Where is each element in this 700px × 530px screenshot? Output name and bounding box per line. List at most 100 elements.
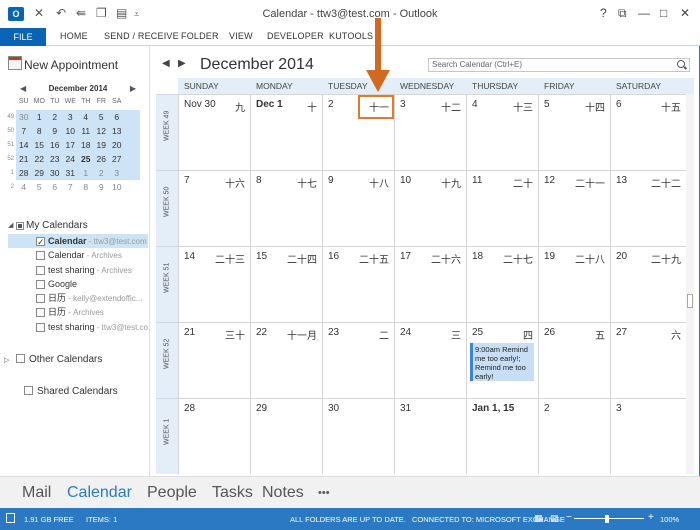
mini-day[interactable]: 16 [47, 138, 63, 152]
mini-day[interactable]: 1 [78, 166, 94, 180]
day-cell[interactable]: 21 三十 [178, 322, 250, 398]
mini-week-number[interactable]: 52 [2, 152, 14, 166]
day-cell[interactable]: 30 [322, 398, 394, 474]
mini-day[interactable]: 9 [47, 124, 63, 138]
scrollbar-thumb[interactable] [687, 294, 693, 308]
day-cell[interactable]: 7 十六 [178, 170, 250, 246]
week-number-label[interactable]: WEEK 51 [156, 246, 178, 322]
shared-calendars-group[interactable]: Shared Calendars [24, 386, 118, 397]
mini-day[interactable]: 12 [94, 124, 110, 138]
group-checkbox[interactable] [16, 222, 24, 230]
tab-developer[interactable]: DEVELOPER [267, 31, 324, 41]
calendar-checkbox[interactable] [36, 265, 45, 275]
week-number-label[interactable]: WEEK 49 [156, 94, 178, 170]
day-cell[interactable]: 5 十四 [538, 94, 610, 170]
collapse-triangle-icon[interactable]: ▷ [4, 356, 9, 364]
mini-day[interactable]: 6 [47, 180, 63, 194]
mini-day[interactable]: 28 [16, 166, 32, 180]
day-cell[interactable]: Jan 1, 15 [466, 398, 538, 474]
tab-view[interactable]: VIEW [229, 31, 253, 41]
day-cell[interactable]: Nov 30 九 [178, 94, 250, 170]
mini-day[interactable]: 10 [63, 124, 79, 138]
close-button[interactable]: ✕ [680, 6, 690, 20]
mini-week-number[interactable]: 50 [2, 124, 14, 138]
mini-day[interactable]: 13 [109, 124, 125, 138]
tab-file[interactable]: FILE [0, 28, 46, 46]
mini-week-row[interactable]: 50 7 8 9 10 11 12 13 [7, 124, 140, 138]
calendar-checkbox[interactable] [36, 251, 45, 261]
day-cell[interactable]: 15 二十四 [250, 246, 322, 322]
day-cell[interactable]: 25 四 9:00am Remind me too early!; Remind m… [466, 322, 538, 398]
expand-triangle-icon[interactable]: ◢ [8, 218, 13, 234]
mini-day[interactable]: 23 [47, 152, 63, 166]
week-number-label[interactable]: WEEK 50 [156, 170, 178, 246]
calendar-list-item[interactable]: test sharing - Archives [8, 263, 148, 277]
next-month-icon[interactable]: ▶ [130, 84, 136, 93]
day-cell[interactable]: 3 十二 [394, 94, 466, 170]
prev-month-icon[interactable]: ◀ [20, 84, 26, 93]
calendar-checkbox[interactable] [36, 308, 45, 318]
day-cell[interactable]: 13 二十二 [610, 170, 686, 246]
mini-day[interactable]: 5 [94, 110, 110, 124]
day-cell[interactable]: 2 十一 [322, 94, 394, 170]
nav-people[interactable]: People [147, 484, 197, 502]
calendar-checkbox[interactable] [36, 235, 45, 248]
week-number-label[interactable]: WEEK 1 [156, 398, 178, 474]
new-appointment-button[interactable]: New Appointment [24, 58, 118, 72]
day-cell[interactable]: 6 十五 [610, 94, 686, 170]
mini-day[interactable]: 9 [94, 180, 110, 194]
mini-day[interactable]: 24 [63, 152, 79, 166]
mini-day[interactable]: 2 [47, 110, 63, 124]
forward-arrow-icon[interactable]: ▶ [178, 58, 186, 69]
search-calendar-input[interactable]: Search Calendar (Ctrl+E) [428, 58, 690, 72]
shared-calendars-checkbox[interactable] [24, 386, 33, 395]
calendar-checkbox[interactable] [36, 322, 45, 332]
mini-week-row[interactable]: 2 4 5 6 7 8 9 10 [11, 180, 140, 194]
zoom-level[interactable]: 100% [660, 515, 679, 524]
view-reading-icon[interactable]: ▤ [550, 513, 559, 524]
calendar-list-item[interactable]: Calendar - ttw3@test.com [8, 234, 148, 249]
day-cell[interactable]: 31 [394, 398, 466, 474]
day-cell[interactable]: 10 十九 [394, 170, 466, 246]
mini-day[interactable]: 3 [63, 110, 79, 124]
more-options-icon[interactable]: ••• [318, 487, 330, 499]
mini-week-number[interactable]: 49 [2, 110, 14, 124]
nav-mail[interactable]: Mail [22, 484, 51, 502]
mini-day[interactable]: 31 [63, 166, 79, 180]
mini-day[interactable]: 2 [94, 166, 110, 180]
calendar-checkbox[interactable] [36, 279, 45, 289]
ribbon-display-button[interactable]: ⧉ [618, 6, 627, 21]
nav-calendar[interactable]: Calendar [67, 484, 132, 502]
calendar-checkbox[interactable] [36, 294, 45, 304]
my-calendars-header[interactable]: ◢ My Calendars [8, 218, 148, 234]
day-cell[interactable]: 3 [610, 398, 686, 474]
mini-day[interactable]: 5 [32, 180, 48, 194]
mini-day[interactable]: 29 [32, 166, 48, 180]
mini-day[interactable]: 26 [94, 152, 110, 166]
search-icon[interactable] [677, 60, 685, 68]
mini-day[interactable]: 30 [47, 166, 63, 180]
tab-home[interactable]: HOME [60, 31, 88, 41]
mini-day[interactable]: 21 [16, 152, 32, 166]
day-cell[interactable]: 12 二十一 [538, 170, 610, 246]
calendar-list-item[interactable]: test sharing - ttw3@test.com [8, 320, 148, 334]
day-cell[interactable]: 18 二十七 [466, 246, 538, 322]
day-cell[interactable]: 4 十三 [466, 94, 538, 170]
mini-week-row[interactable]: 1 28 29 30 31 1 2 3 [11, 166, 140, 180]
day-cell[interactable]: 20 二十九 [610, 246, 686, 322]
mini-day[interactable]: 11 [78, 124, 94, 138]
other-calendars-checkbox[interactable] [16, 354, 25, 363]
maximize-button[interactable]: □ [660, 6, 667, 20]
day-cell[interactable]: 27 六 [610, 322, 686, 398]
mini-day[interactable]: 6 [109, 110, 125, 124]
mini-day[interactable]: 27 [109, 152, 125, 166]
calendar-list-item[interactable]: Google [8, 277, 148, 291]
mini-week-number[interactable]: 51 [2, 138, 14, 152]
view-normal-icon[interactable]: ▦ [534, 513, 543, 524]
mini-day[interactable]: 4 [78, 110, 94, 124]
day-cell[interactable]: 8 十七 [250, 170, 322, 246]
mini-day[interactable]: 17 [63, 138, 79, 152]
mini-day[interactable]: 14 [16, 138, 32, 152]
mini-day[interactable]: 1 [32, 110, 48, 124]
day-cell[interactable]: 24 三 [394, 322, 466, 398]
